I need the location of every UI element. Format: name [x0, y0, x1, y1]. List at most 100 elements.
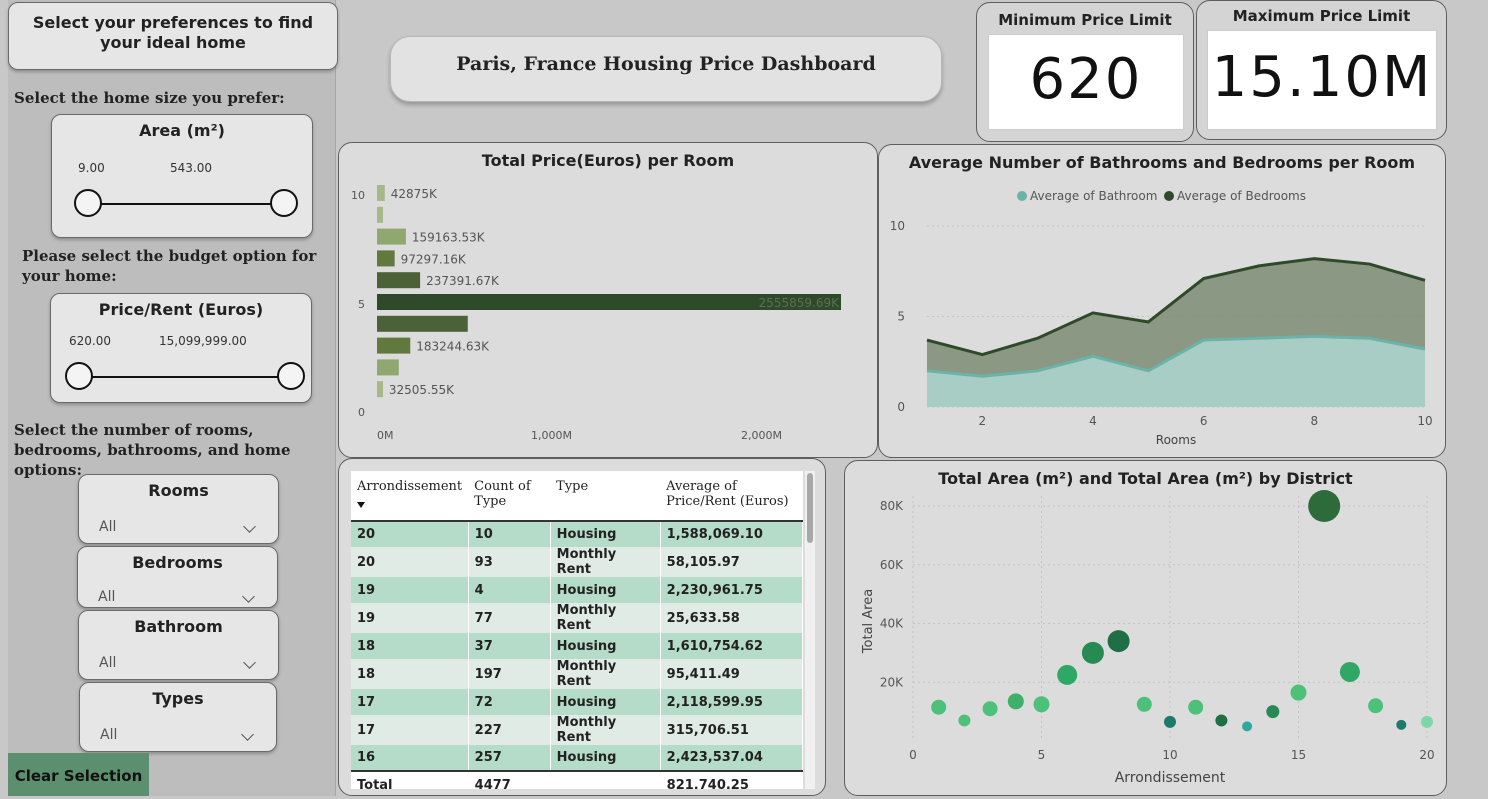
district-table-container: Arrondissement Count of Type Type Averag… — [351, 471, 803, 789]
types-dropdown[interactable]: Types All — [79, 682, 277, 752]
price-slider-title: Price/Rent (Euros) — [98, 300, 264, 319]
area-slider-track[interactable] — [88, 203, 284, 205]
y-tick-label: 80K — [880, 499, 904, 513]
sort-desc-icon[interactable] — [357, 502, 365, 508]
table-total-row: Total 4477 821,740.25 — [351, 770, 803, 789]
bar-1 — [377, 381, 383, 398]
bar-chart-svg: 42875K 159163.53K 97297.16K 237391.67K 25558… — [351, 185, 841, 442]
table-cell: 4 — [468, 577, 551, 603]
x-tick-label: 1,000M — [531, 429, 572, 442]
max-price-title: Maximum Price Limit — [1232, 7, 1411, 25]
x-axis-label: Rooms — [1156, 433, 1196, 447]
table-row[interactable]: 20 10 Housing 1,588,069.10 — [351, 521, 803, 547]
legend-dot-bedrooms — [1164, 191, 1174, 201]
col-count[interactable]: Count of Type — [468, 471, 551, 522]
y-tick-label: 60K — [880, 558, 904, 572]
bar-6 — [377, 272, 421, 289]
table-row[interactable]: 17 227 Monthly Rent 315,706.51 — [351, 715, 803, 745]
y-tick-label: 0 — [358, 406, 365, 419]
scatter-point — [1215, 714, 1228, 727]
table-row[interactable]: 18 197 Monthly Rent 95,411.49 — [351, 659, 803, 689]
y-tick-label: 20K — [880, 675, 904, 689]
bar-label: 237391.67K — [426, 274, 500, 288]
scatter-point — [1107, 630, 1130, 653]
types-dropdown-value[interactable]: All — [100, 727, 117, 743]
col-type[interactable]: Type — [550, 471, 661, 522]
chevron-down-icon[interactable] — [243, 656, 256, 669]
min-price-box: 620 — [988, 34, 1184, 130]
bar-2 — [377, 359, 399, 376]
price-min-handle[interactable] — [65, 362, 93, 390]
legend-bedrooms: Average of Bedrooms — [1177, 189, 1306, 203]
table-row[interactable]: 16 257 Housing 2,423,537.04 — [351, 745, 803, 771]
area-min-value[interactable]: 9.00 — [78, 161, 105, 175]
table-cell: 1,610,754.62 — [660, 633, 803, 659]
y-axis-label: Total Area — [861, 589, 876, 654]
bathroom-dropdown[interactable]: Bathroom All — [78, 610, 279, 680]
rooms-dropdown[interactable]: Rooms All — [78, 474, 279, 544]
table-cell: Housing — [550, 577, 661, 603]
sidebar-header-card: Select your preferences to find your ide… — [8, 2, 338, 70]
scatter-point — [1368, 698, 1384, 714]
table-cell: 95,411.49 — [660, 659, 803, 689]
area-max-value[interactable]: 543.00 — [170, 161, 212, 175]
rooms-prompt: Select the number of rooms, bedrooms, ba… — [14, 421, 291, 479]
table-cell: Monthly Rent — [550, 659, 661, 689]
bar-label: 97297.16K — [401, 252, 467, 266]
chevron-down-icon[interactable] — [242, 590, 255, 603]
y-tick-label: 10 — [890, 219, 905, 233]
x-tick-label: 20 — [1419, 748, 1434, 762]
scatter-chart-svg: 20K 40K 60K 80K 0 5 10 15 20 Arrondissement Total … — [861, 490, 1435, 786]
y-tick-label: 5 — [358, 298, 365, 311]
price-max-handle[interactable] — [277, 362, 305, 390]
bar-4 — [377, 315, 468, 332]
y-tick-label: 5 — [897, 310, 905, 324]
col-average-price[interactable]: Average of Price/Rent (Euros) — [660, 471, 803, 522]
col-arrondissement[interactable]: Arrondissement — [351, 471, 469, 522]
table-row[interactable]: 20 93 Monthly Rent 58,105.97 — [351, 547, 803, 577]
price-max-value[interactable]: 15,099,999.00 — [159, 334, 247, 348]
table-cell: 77 — [468, 603, 551, 633]
rooms-dropdown-value[interactable]: All — [99, 519, 116, 535]
table-cell: 2,230,961.75 — [660, 577, 803, 603]
table-scrollbar[interactable] — [805, 471, 815, 789]
table-cell: 2,118,599.95 — [660, 689, 803, 715]
area-max-handle[interactable] — [270, 189, 298, 217]
table-cell: Housing — [550, 689, 661, 715]
area-min-handle[interactable] — [74, 189, 102, 217]
table-row[interactable]: 19 77 Monthly Rent 25,633.58 — [351, 603, 803, 633]
table-row[interactable]: 18 37 Housing 1,610,754.62 — [351, 633, 803, 659]
scatter-point — [1339, 661, 1360, 682]
clear-selection-button[interactable]: Clear Selection — [8, 753, 149, 796]
bedrooms-dropdown[interactable]: Bedrooms All — [77, 546, 278, 608]
chevron-down-icon[interactable] — [243, 520, 256, 533]
table-cell: 25,633.58 — [660, 603, 803, 633]
table-cell: 20 — [351, 521, 469, 547]
scatter-point — [1007, 693, 1024, 710]
table-cell: 18 — [351, 633, 469, 659]
price-slider-track[interactable] — [79, 376, 293, 378]
area-by-district-chart: Total Area (m²) and Total Area (m²) by D… — [844, 460, 1447, 796]
x-tick-label: 10 — [1417, 414, 1432, 428]
table-scroll-thumb[interactable] — [807, 473, 813, 543]
scatter-point — [982, 701, 998, 717]
scatter-point — [1033, 696, 1050, 713]
table-row[interactable]: 17 72 Housing 2,118,599.95 — [351, 689, 803, 715]
min-price-value: 620 — [1029, 47, 1143, 112]
table-cell: Housing — [550, 521, 661, 547]
chevron-down-icon[interactable] — [241, 728, 254, 741]
bedrooms-dropdown-value[interactable]: All — [98, 589, 115, 605]
table-row[interactable]: 19 4 Housing 2,230,961.75 — [351, 577, 803, 603]
scatter-point — [958, 714, 971, 727]
size-prompt: Select the home size you prefer: — [14, 89, 285, 107]
y-tick-label: 10 — [351, 189, 365, 202]
x-tick-label: 6 — [1200, 414, 1208, 428]
table-cell: 10 — [468, 521, 551, 547]
x-tick-label: 0M — [377, 429, 394, 442]
max-price-box: 15.10M — [1207, 30, 1437, 130]
x-tick-label: 5 — [1038, 748, 1046, 762]
x-tick-label: 2,000M — [741, 429, 782, 442]
dashboard-title: Paris, France Housing Price Dashboard — [456, 53, 876, 75]
price-min-value[interactable]: 620.00 — [69, 334, 111, 348]
bathroom-dropdown-value[interactable]: All — [99, 655, 116, 671]
